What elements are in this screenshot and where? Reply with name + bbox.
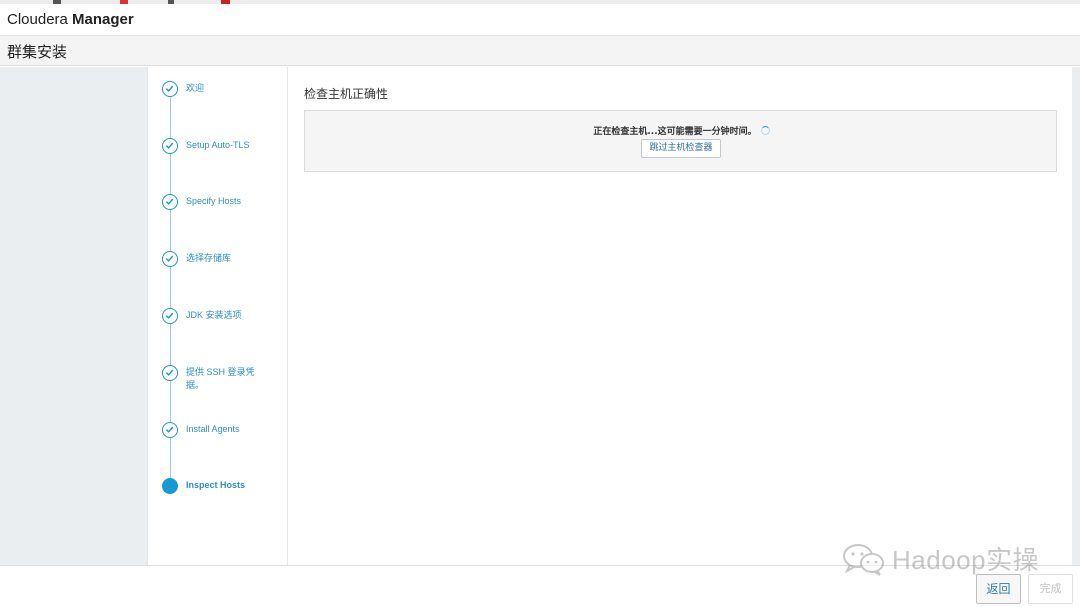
back-button[interactable]: 返回 xyxy=(976,574,1021,604)
wechat-icon xyxy=(843,544,884,576)
check-icon xyxy=(162,138,178,154)
brand-logo[interactable]: Cloudera Manager xyxy=(7,11,134,28)
skip-host-inspector-button[interactable]: 跳过主机检查器 xyxy=(641,139,721,158)
check-icon xyxy=(162,365,178,381)
page-title: 群集安装 xyxy=(7,43,68,61)
checking-status-text: 正在检查主机...这可能需要一分钟时间。 xyxy=(593,127,757,137)
brand-name-bold: Manager xyxy=(72,11,134,28)
host-check-status-box: 正在检查主机...这可能需要一分钟时间。 跳过主机检查器 xyxy=(304,110,1057,172)
loading-spinner-icon xyxy=(760,126,770,135)
checking-status-message: 正在检查主机...这可能需要一分钟时间。 xyxy=(305,124,1058,137)
wizard-step-label: Setup Auto-TLS xyxy=(186,140,250,150)
wizard-steps-panel: 欢迎 Setup Auto-TLS Specify Hosts 选择存储库 JD… xyxy=(147,67,288,565)
check-icon xyxy=(162,422,178,438)
right-gutter xyxy=(1072,67,1080,565)
main-content: 检查主机正确性 正在检查主机...这可能需要一分钟时间。 跳过主机检查器 xyxy=(289,67,1072,565)
left-gutter xyxy=(0,67,147,565)
wizard-step-label: Specify Hosts xyxy=(186,196,242,206)
app-header: Cloudera Manager xyxy=(0,4,1080,36)
watermark-text: Hadoop实操 xyxy=(892,545,1040,575)
current-step-dot-icon xyxy=(162,478,178,494)
wizard-step-label: 提供 SSH 登录凭据。 xyxy=(186,367,255,390)
page-title-bar: 群集安装 xyxy=(0,36,1080,66)
wizard-step-label: 选择存储库 xyxy=(186,253,232,263)
finish-button[interactable]: 完成 xyxy=(1028,574,1073,604)
check-icon xyxy=(162,308,178,324)
wizard-step-label: 欢迎 xyxy=(186,83,205,93)
section-title: 检查主机正确性 xyxy=(304,87,389,101)
check-icon xyxy=(162,194,178,210)
check-icon xyxy=(162,81,178,97)
brand-name-light: Cloudera xyxy=(7,11,73,28)
wizard-step-label: Inspect Hosts xyxy=(186,480,246,490)
check-icon xyxy=(162,251,178,267)
wizard-step-label: Install Agents xyxy=(186,424,240,434)
wizard-step-label: JDK 安装选项 xyxy=(186,310,242,320)
